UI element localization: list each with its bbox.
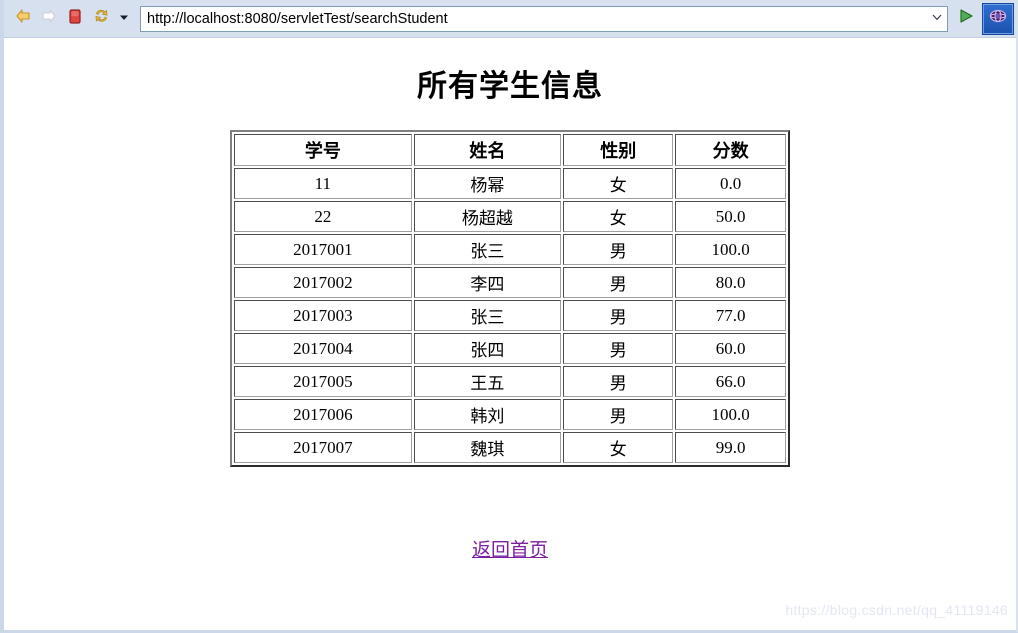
column-header-score: 分数 <box>675 134 786 166</box>
cell-score: 80.0 <box>675 267 786 298</box>
history-dropdown-button[interactable] <box>114 4 134 34</box>
cell-sex: 男 <box>563 267 674 298</box>
cell-name: 张四 <box>413 333 562 364</box>
cell-name: 杨幂 <box>413 168 562 199</box>
table-row: 22 杨超越 女 50.0 <box>234 201 786 232</box>
cell-id: 2017004 <box>234 333 412 364</box>
browser-window: http://localhost:8080/servletTest/search… <box>0 0 1018 633</box>
student-table-container: 学号 姓名 性别 分数 11 杨幂 女 0.0 22 杨超越 女 50.0 20… <box>4 130 1016 467</box>
cell-sex: 男 <box>563 366 674 397</box>
browser-toolbar: http://localhost:8080/servletTest/search… <box>4 0 1016 38</box>
student-table: 学号 姓名 性别 分数 11 杨幂 女 0.0 22 杨超越 女 50.0 20… <box>230 130 790 467</box>
cell-score: 50.0 <box>675 201 786 232</box>
cell-sex: 男 <box>563 300 674 331</box>
page-title: 所有学生信息 <box>417 70 603 103</box>
cell-id: 11 <box>234 168 412 199</box>
table-row: 2017003 张三 男 77.0 <box>234 300 786 331</box>
stop-button[interactable] <box>62 4 88 34</box>
cell-name: 魏琪 <box>413 432 562 463</box>
cell-id: 22 <box>234 201 412 232</box>
cell-name: 张三 <box>413 234 562 265</box>
stop-square-icon <box>67 8 83 29</box>
cell-name: 杨超越 <box>413 201 562 232</box>
cell-score: 60.0 <box>675 333 786 364</box>
address-bar[interactable]: http://localhost:8080/servletTest/search… <box>140 5 948 32</box>
back-button[interactable] <box>10 4 36 34</box>
cell-score: 99.0 <box>675 432 786 463</box>
cell-id: 2017007 <box>234 432 412 463</box>
chevron-down-icon <box>931 10 943 28</box>
cell-id: 2017001 <box>234 234 412 265</box>
forward-button[interactable] <box>36 4 62 34</box>
column-header-sex: 性别 <box>563 134 674 166</box>
go-play-icon <box>957 7 975 30</box>
cell-name: 王五 <box>413 366 562 397</box>
cell-sex: 女 <box>563 432 674 463</box>
arrow-right-icon <box>40 7 58 30</box>
browser-app-button[interactable] <box>982 2 1014 35</box>
cell-sex: 男 <box>563 399 674 430</box>
chevron-down-icon <box>118 10 130 28</box>
blog-watermark: https://blog.csdn.net/qq_41119146 <box>785 602 1008 618</box>
cell-id: 2017002 <box>234 267 412 298</box>
column-header-id: 学号 <box>234 134 412 166</box>
cell-score: 100.0 <box>675 234 786 265</box>
table-row: 2017007 魏琪 女 99.0 <box>234 432 786 463</box>
cell-score: 77.0 <box>675 300 786 331</box>
cell-sex: 男 <box>563 333 674 364</box>
cell-sex: 女 <box>563 201 674 232</box>
cell-name: 韩刘 <box>413 399 562 430</box>
cell-score: 0.0 <box>675 168 786 199</box>
browser-globe-icon <box>987 5 1009 32</box>
refresh-button[interactable] <box>88 4 114 34</box>
address-bar-input[interactable]: http://localhost:8080/servletTest/search… <box>141 7 927 31</box>
refresh-icon <box>92 7 111 31</box>
table-row: 11 杨幂 女 0.0 <box>234 168 786 199</box>
table-row: 2017001 张三 男 100.0 <box>234 234 786 265</box>
table-row: 2017002 李四 男 80.0 <box>234 267 786 298</box>
student-table-body: 11 杨幂 女 0.0 22 杨超越 女 50.0 2017001 张三 男 1… <box>234 168 786 463</box>
home-link-container: 返回首页 <box>4 535 1016 562</box>
table-row: 2017006 韩刘 男 100.0 <box>234 399 786 430</box>
cell-name: 李四 <box>413 267 562 298</box>
column-header-name: 姓名 <box>413 134 562 166</box>
arrow-left-icon <box>14 7 32 30</box>
cell-sex: 男 <box>563 234 674 265</box>
page-viewport: 所有学生信息 学号 姓名 性别 分数 11 杨幂 女 0.0 22 杨超越 女 … <box>4 39 1016 630</box>
cell-name: 张三 <box>413 300 562 331</box>
table-row: 2017005 王五 男 66.0 <box>234 366 786 397</box>
cell-id: 2017006 <box>234 399 412 430</box>
table-row: 2017004 张四 男 60.0 <box>234 333 786 364</box>
cell-id: 2017005 <box>234 366 412 397</box>
cell-score: 66.0 <box>675 366 786 397</box>
address-bar-dropdown-button[interactable] <box>927 7 947 31</box>
go-button[interactable] <box>952 4 980 34</box>
cell-id: 2017003 <box>234 300 412 331</box>
table-header-row: 学号 姓名 性别 分数 <box>234 134 786 166</box>
return-home-link[interactable]: 返回首页 <box>472 540 548 561</box>
cell-score: 100.0 <box>675 399 786 430</box>
cell-sex: 女 <box>563 168 674 199</box>
